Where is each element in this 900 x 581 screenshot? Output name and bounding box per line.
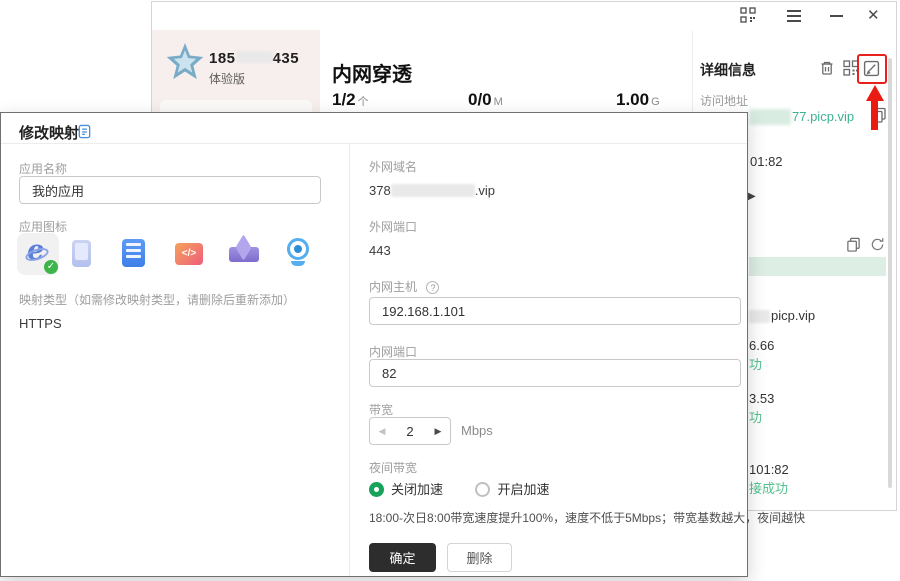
- column-divider: [349, 144, 350, 576]
- selected-check-icon: ✓: [44, 260, 58, 274]
- night-bandwidth-note: 18:00-次日8:00带宽速度提升100%，速度不低于5Mbps；带宽基数越大…: [369, 509, 805, 526]
- dialog-title: 修改映射: [19, 122, 79, 143]
- app-name-input[interactable]: [19, 176, 321, 204]
- domain-tail: picp.vip: [771, 308, 815, 323]
- menu-icon[interactable]: [787, 10, 801, 22]
- bandwidth-stepper: ◀ 2 ▶: [369, 417, 451, 445]
- bandwidth-label: 带宽: [369, 401, 393, 418]
- delete-button[interactable]: 删除: [447, 543, 512, 572]
- wan-domain-value: 378.vip: [369, 183, 495, 198]
- wan-port-label: 外网端口: [369, 218, 417, 235]
- account-number: 185435: [209, 50, 299, 67]
- annotation-arrow-shaft: [871, 100, 878, 130]
- app-name-field-wrap: [19, 176, 321, 204]
- detail-panel-title: 详细信息: [700, 60, 756, 80]
- access-address-label: 访问地址: [700, 92, 748, 109]
- connection-tail: 101:82: [749, 462, 789, 477]
- app-name-label: 应用名称: [19, 160, 67, 177]
- edit-highlight-box: [857, 54, 887, 84]
- address-tail: 01:82: [750, 154, 783, 169]
- ping-value-2: 3.53: [749, 391, 774, 406]
- expander-triangle-icon[interactable]: ▶: [748, 191, 756, 202]
- confirm-button[interactable]: 确定: [369, 543, 436, 572]
- code-icon[interactable]: </>: [175, 243, 203, 265]
- lan-host-label-row: 内网主机 ?: [369, 278, 439, 296]
- lan-port-field-wrap: [369, 359, 741, 387]
- censored-domain-prefix: [749, 310, 770, 323]
- guide-doc-icon[interactable]: [77, 124, 92, 144]
- router-icon[interactable]: [229, 247, 259, 262]
- help-icon[interactable]: ?: [426, 281, 439, 294]
- scan-qr-icon[interactable]: [740, 7, 756, 28]
- access-link[interactable]: 77.picp.vip: [792, 109, 854, 124]
- screen: ✕ 185435 体验版 内网穿透 1/2个 0/0M 1.00G 详细信息: [0, 0, 900, 581]
- camera-icon[interactable]: [287, 238, 309, 266]
- wan-domain-label: 外网域名: [369, 158, 417, 175]
- trash-icon[interactable]: [819, 60, 835, 81]
- server-icon[interactable]: [122, 239, 145, 267]
- stat-quota: 1.00G: [616, 90, 660, 110]
- night-radio-group: 关闭加速 开启加速: [369, 479, 549, 499]
- bandwidth-value: 2: [394, 424, 426, 439]
- stepper-increase-icon[interactable]: ▶: [426, 426, 450, 437]
- connection-status: 接成功: [749, 478, 788, 497]
- stepper-decrease-icon[interactable]: ◀: [370, 426, 394, 437]
- censored-domain: [391, 184, 475, 197]
- censored-link-prefix: [749, 109, 791, 125]
- night-bandwidth-label: 夜间带宽: [369, 459, 417, 476]
- page-title: 内网穿透: [332, 58, 412, 87]
- plan-badge: 体验版: [209, 70, 245, 87]
- censored-number: [236, 51, 273, 63]
- lan-host-label: 内网主机: [369, 280, 417, 294]
- close-icon[interactable]: ✕: [867, 6, 880, 24]
- lan-port-input[interactable]: [369, 359, 741, 387]
- diagnose-highlight-row: [749, 257, 886, 276]
- ping-status-2: 功: [749, 407, 762, 426]
- refresh-icon[interactable]: [870, 237, 885, 257]
- mapping-type-label: 映射类型（如需修改映射类型，请删除后重新添加）: [19, 291, 295, 308]
- app-icon-option-selected[interactable]: e ✓: [17, 233, 59, 275]
- scrollbar[interactable]: [888, 58, 892, 488]
- radio-enable-boost[interactable]: [475, 482, 490, 497]
- title-divider: [1, 143, 747, 144]
- radio-enable-label: 开启加速: [497, 482, 549, 497]
- ping-value-1: 6.66: [749, 338, 774, 353]
- wan-port-value: 443: [369, 243, 391, 258]
- radio-disable-label: 关闭加速: [391, 482, 443, 497]
- stat-mappings: 1/2个: [332, 90, 369, 110]
- ping-status-1: 功: [749, 354, 762, 373]
- mapping-type-value: HTTPS: [19, 316, 62, 331]
- mobile-device-icon[interactable]: [72, 240, 91, 267]
- stat-traffic: 0/0M: [468, 90, 503, 110]
- edit-mapping-dialog: 修改映射 应用名称 应用图标 e ✓ </> 映射类型（如需修改映: [0, 112, 748, 577]
- copy-diagnose-icon[interactable]: [846, 237, 861, 257]
- radio-disable-boost[interactable]: [369, 482, 384, 497]
- lan-port-label: 内网端口: [369, 343, 417, 360]
- annotation-arrow-head: [866, 85, 884, 101]
- minimize-icon[interactable]: [830, 15, 843, 17]
- bandwidth-unit: Mbps: [461, 423, 493, 438]
- lan-host-input[interactable]: [369, 297, 741, 325]
- lan-host-field-wrap: [369, 297, 741, 325]
